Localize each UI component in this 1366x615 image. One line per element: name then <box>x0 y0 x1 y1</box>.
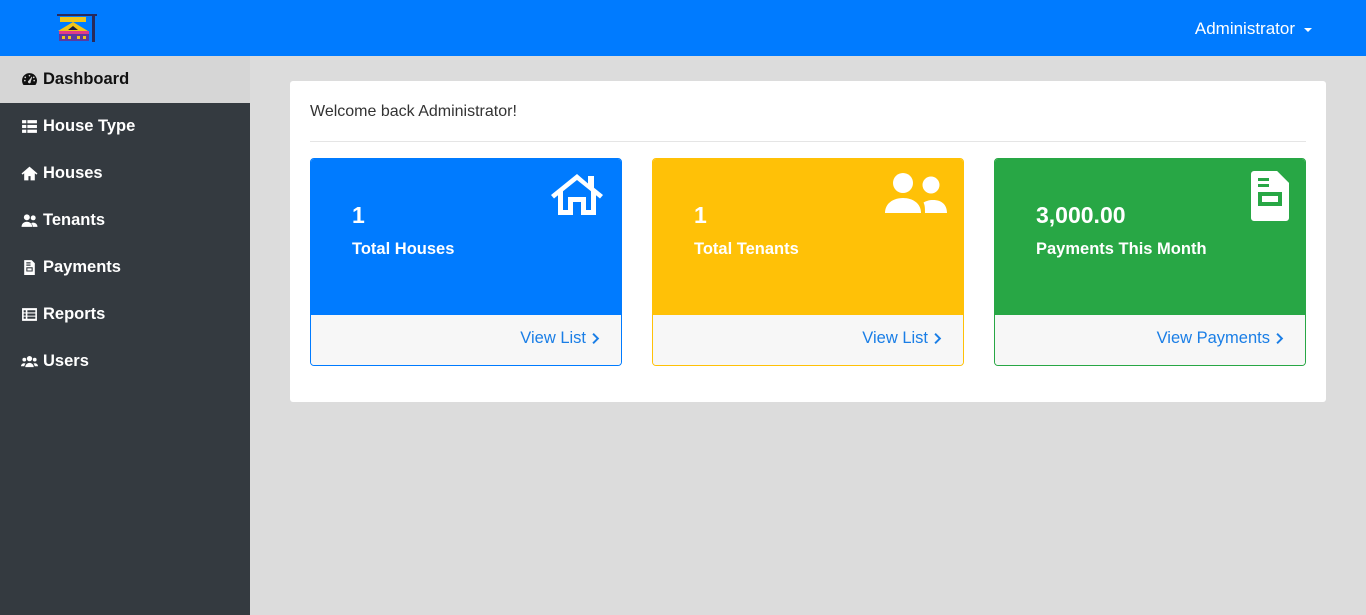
sidebar-item-label: Dashboard <box>43 70 130 88</box>
card-count: 1 <box>352 202 365 228</box>
tachometer-icon <box>20 71 38 89</box>
link-label: View List <box>520 329 586 347</box>
sidebar-item-tenants[interactable]: Tenants <box>0 197 250 244</box>
sidebar-item-houses[interactable]: Houses <box>0 150 250 197</box>
card-label: Total Houses <box>352 240 455 258</box>
total-tenants-card: 1 Total Tenants View List <box>652 158 964 366</box>
sidebar-item-dashboard[interactable]: Dashboard <box>0 56 250 103</box>
divider <box>310 141 1306 142</box>
total-houses-card: 1 Total Houses View List <box>310 158 622 366</box>
view-houses-link[interactable]: View List <box>520 329 601 348</box>
card-footer: View List <box>653 315 963 365</box>
dashboard-card: Welcome back Administrator! 1 Total Hous… <box>290 81 1326 402</box>
link-label: View List <box>862 329 928 347</box>
welcome-message: Welcome back Administrator! <box>310 103 517 120</box>
sidebar-item-label: Houses <box>43 164 103 182</box>
sidebar-item-label: Reports <box>43 305 106 323</box>
view-tenants-link[interactable]: View List <box>862 329 943 348</box>
card-body: 3,000.00 Payments This Month <box>995 159 1305 317</box>
card-label: Payments This Month <box>1036 240 1207 258</box>
card-count: 3,000.00 <box>1036 202 1126 228</box>
sidebar-item-reports[interactable]: Reports <box>0 291 250 338</box>
view-payments-link[interactable]: View Payments <box>1157 329 1285 348</box>
link-label: View Payments <box>1156 329 1270 347</box>
card-label: Total Tenants <box>694 240 799 258</box>
card-footer: View Payments <box>995 315 1305 365</box>
user-friends-icon <box>20 212 38 230</box>
chevron-right-icon <box>934 333 942 344</box>
caret-down-icon <box>1304 27 1312 32</box>
card-body: 1 Total Tenants <box>653 159 963 317</box>
file-invoice-icon <box>1251 171 1289 221</box>
users-icon <box>20 353 38 371</box>
user-friends-icon <box>885 171 947 215</box>
payments-month-card: 3,000.00 Payments This Month View Paymen… <box>994 158 1306 366</box>
sidebar-item-payments[interactable]: Payments <box>0 244 250 291</box>
card-footer: View List <box>311 315 621 365</box>
home-icon <box>20 165 38 183</box>
user-name: Administrator <box>1194 19 1295 38</box>
chevron-right-icon <box>1276 333 1284 344</box>
sidebar-item-users[interactable]: Users <box>0 338 250 385</box>
sidebar: Dashboard House Type Houses Tenants Paym… <box>0 56 250 615</box>
sidebar-item-label: Tenants <box>43 211 106 229</box>
chevron-right-icon <box>592 333 600 344</box>
sidebar-item-label: Payments <box>43 258 121 276</box>
top-navbar: Administrator <box>0 0 1366 56</box>
sidebar-item-label: House Type <box>43 117 136 135</box>
app-logo[interactable] <box>54 12 100 44</box>
sidebar-item-label: Users <box>43 352 89 370</box>
card-body: 1 Total Houses <box>311 159 621 317</box>
list-alt-icon <box>20 306 38 324</box>
home-icon <box>549 171 605 217</box>
file-invoice-icon <box>20 259 38 277</box>
card-count: 1 <box>694 202 707 228</box>
sidebar-item-house-type[interactable]: House Type <box>0 103 250 150</box>
list-icon <box>20 118 38 136</box>
user-dropdown[interactable]: Administrator <box>1195 19 1312 39</box>
